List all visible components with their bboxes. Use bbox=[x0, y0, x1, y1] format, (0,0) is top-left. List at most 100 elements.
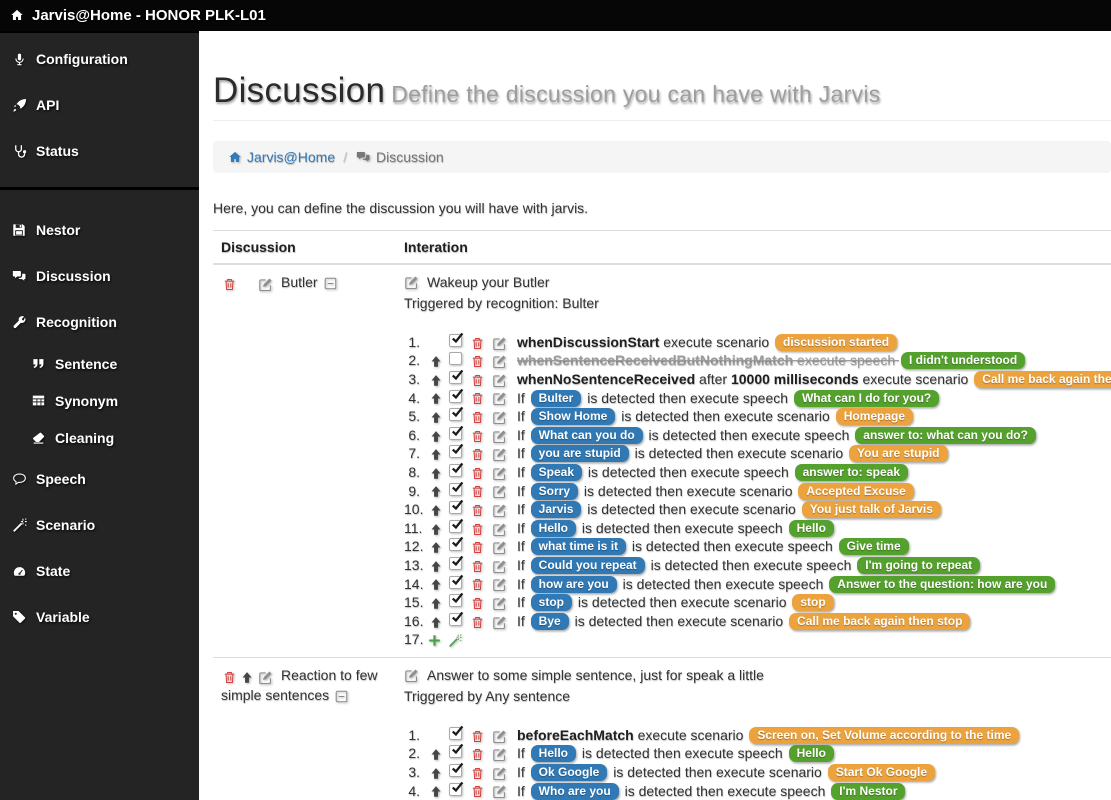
enabled-checkbox[interactable] bbox=[449, 425, 464, 440]
arrow-up-icon[interactable] bbox=[430, 430, 442, 443]
enabled-checkbox[interactable] bbox=[449, 462, 464, 477]
pencil-square-icon[interactable] bbox=[492, 729, 507, 744]
enabled-checkbox[interactable] bbox=[449, 388, 464, 403]
arrow-up-icon[interactable] bbox=[430, 748, 442, 761]
trash-icon[interactable] bbox=[471, 522, 484, 537]
enabled-checkbox[interactable] bbox=[449, 518, 464, 533]
pencil-square-icon[interactable] bbox=[492, 391, 507, 406]
pencil-square-icon[interactable] bbox=[492, 503, 507, 518]
pencil-square-icon[interactable] bbox=[492, 577, 507, 592]
trash-icon[interactable] bbox=[471, 466, 484, 481]
pencil-square-icon[interactable] bbox=[492, 447, 507, 462]
enabled-checkbox[interactable] bbox=[449, 352, 462, 366]
trash-icon[interactable] bbox=[471, 729, 484, 744]
trash-icon[interactable] bbox=[471, 784, 484, 799]
trash-icon[interactable] bbox=[471, 336, 484, 351]
magic-wand-icon[interactable] bbox=[448, 633, 462, 648]
enabled-checkbox[interactable] bbox=[449, 781, 464, 796]
enabled-checkbox[interactable] bbox=[449, 406, 464, 422]
sidebar-item-state[interactable]: State bbox=[0, 548, 199, 594]
plus-icon[interactable] bbox=[428, 634, 441, 647]
trash-icon[interactable] bbox=[471, 540, 484, 555]
pencil-square-icon[interactable] bbox=[492, 429, 507, 444]
trash-icon[interactable] bbox=[471, 596, 484, 611]
sidebar-item-status[interactable]: Status bbox=[0, 128, 199, 174]
trash-icon[interactable] bbox=[471, 747, 484, 762]
trash-icon[interactable] bbox=[471, 447, 484, 462]
sidebar-item-synonym[interactable]: Synonym bbox=[0, 382, 199, 419]
pencil-square-icon[interactable] bbox=[492, 410, 507, 425]
sidebar-item-recognition[interactable]: Recognition bbox=[0, 299, 199, 345]
arrow-up-icon[interactable] bbox=[430, 560, 442, 573]
trash-icon[interactable] bbox=[471, 429, 484, 444]
trash-icon[interactable] bbox=[471, 559, 484, 574]
arrow-up-icon[interactable] bbox=[430, 374, 442, 387]
sidebar-item-cleaning[interactable]: Cleaning bbox=[0, 419, 199, 456]
enabled-checkbox[interactable] bbox=[449, 332, 464, 347]
sidebar-item-scenario[interactable]: Scenario bbox=[0, 502, 199, 548]
pencil-square-icon[interactable] bbox=[258, 277, 273, 292]
pencil-square-icon[interactable] bbox=[492, 354, 507, 369]
arrow-up-icon[interactable] bbox=[430, 485, 442, 498]
arrow-up-icon[interactable] bbox=[430, 523, 442, 536]
sidebar-item-speech[interactable]: Speech bbox=[0, 456, 199, 502]
pencil-square-icon[interactable] bbox=[492, 373, 507, 388]
enabled-checkbox[interactable] bbox=[449, 611, 464, 626]
arrow-up-icon[interactable] bbox=[430, 392, 442, 405]
trash-icon[interactable] bbox=[471, 577, 484, 592]
enabled-checkbox[interactable] bbox=[449, 481, 464, 496]
trash-icon[interactable] bbox=[471, 410, 484, 425]
pencil-square-icon[interactable] bbox=[492, 784, 507, 799]
arrow-up-icon[interactable] bbox=[430, 467, 442, 480]
pencil-square-icon[interactable] bbox=[492, 559, 507, 574]
arrow-up-icon[interactable] bbox=[430, 767, 442, 780]
pencil-square-icon[interactable] bbox=[492, 540, 507, 555]
app-brand[interactable]: Jarvis@Home - HONOR PLK-L01 bbox=[10, 7, 266, 24]
arrow-up-icon[interactable] bbox=[430, 616, 442, 629]
trash-icon[interactable] bbox=[471, 615, 484, 630]
arrow-up-icon[interactable] bbox=[430, 541, 442, 554]
sidebar-item-discussion[interactable]: Discussion bbox=[0, 253, 199, 299]
enabled-checkbox[interactable] bbox=[449, 555, 464, 570]
trash-icon[interactable] bbox=[471, 373, 484, 388]
arrow-up-icon[interactable] bbox=[430, 448, 442, 461]
arrow-up-icon[interactable] bbox=[430, 785, 442, 798]
pencil-square-icon[interactable] bbox=[492, 336, 507, 351]
pencil-square-icon[interactable] bbox=[492, 615, 507, 630]
arrow-up-icon[interactable] bbox=[430, 504, 442, 517]
enabled-checkbox[interactable] bbox=[449, 574, 464, 589]
pencil-square-icon[interactable] bbox=[492, 747, 507, 762]
pencil-square-icon[interactable] bbox=[492, 766, 507, 781]
arrow-up-icon[interactable] bbox=[430, 355, 442, 368]
arrow-up-icon[interactable] bbox=[430, 597, 442, 610]
trash-icon[interactable] bbox=[471, 391, 484, 406]
minus-square-icon[interactable] bbox=[335, 690, 348, 703]
pencil-square-icon[interactable] bbox=[492, 596, 507, 611]
pencil-square-icon[interactable] bbox=[492, 466, 507, 481]
enabled-checkbox[interactable] bbox=[449, 725, 464, 740]
sidebar-item-nestor[interactable]: Nestor bbox=[0, 207, 199, 253]
enabled-checkbox[interactable] bbox=[449, 369, 464, 384]
enabled-checkbox[interactable] bbox=[449, 762, 464, 778]
pencil-square-icon[interactable] bbox=[258, 670, 273, 685]
trash-icon[interactable] bbox=[223, 670, 236, 685]
enabled-checkbox[interactable] bbox=[449, 444, 464, 459]
pencil-square-icon[interactable] bbox=[492, 484, 507, 499]
arrow-up-icon[interactable] bbox=[241, 671, 253, 684]
trash-icon[interactable] bbox=[471, 484, 484, 499]
sidebar-item-sentence[interactable]: Sentence bbox=[0, 345, 199, 382]
trash-icon[interactable] bbox=[471, 503, 484, 518]
sidebar-item-api[interactable]: API bbox=[0, 82, 199, 128]
pencil-square-icon[interactable] bbox=[404, 275, 419, 290]
enabled-checkbox[interactable] bbox=[449, 744, 464, 759]
arrow-up-icon[interactable] bbox=[430, 411, 442, 424]
sidebar-item-variable[interactable]: Variable bbox=[0, 594, 199, 640]
sidebar-item-configuration[interactable]: Configuration bbox=[0, 36, 199, 82]
enabled-checkbox[interactable] bbox=[449, 537, 464, 552]
trash-icon[interactable] bbox=[223, 277, 236, 292]
pencil-square-icon[interactable] bbox=[404, 668, 419, 683]
breadcrumb-home-link[interactable]: Jarvis@Home bbox=[228, 149, 335, 165]
pencil-square-icon[interactable] bbox=[492, 522, 507, 537]
trash-icon[interactable] bbox=[471, 354, 484, 369]
enabled-checkbox[interactable] bbox=[449, 592, 464, 608]
